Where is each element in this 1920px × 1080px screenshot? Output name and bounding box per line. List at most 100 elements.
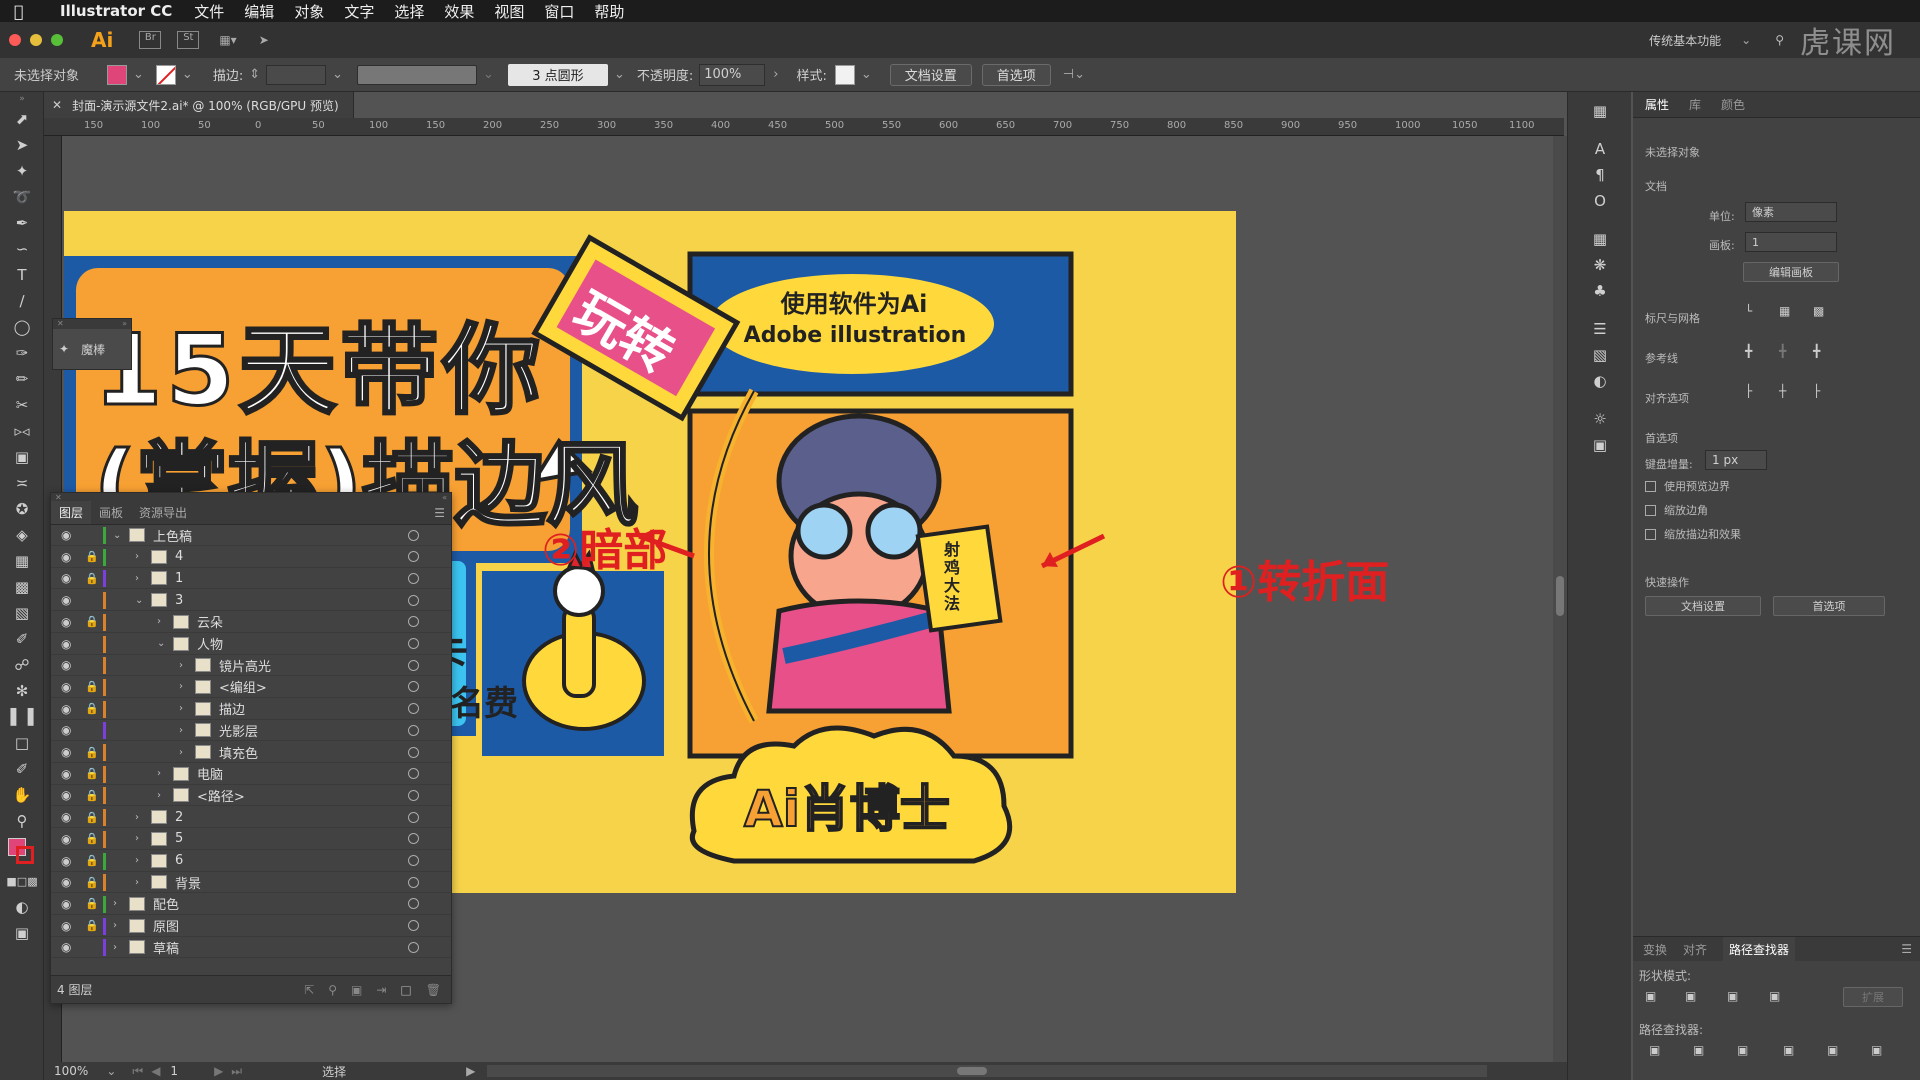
shape-builder-tool-icon[interactable]: ◈ [0, 522, 44, 548]
layer-row[interactable]: ◉ 🔒 › 1 [51, 568, 451, 590]
layer-row[interactable]: ◉ 🔒 › 5 [51, 829, 451, 850]
layer-row[interactable]: ◉ 🔒 › 填充色 [51, 742, 451, 763]
tab-properties[interactable]: 属性 [1645, 96, 1669, 113]
line-tool-icon[interactable]: ∕ [0, 288, 44, 314]
scissors-tool-icon[interactable]: ✂ [0, 392, 44, 418]
layer-row[interactable]: ◉ 🔒 › 云朵 [51, 612, 451, 633]
slice-tool-icon[interactable]: ✐ [0, 756, 44, 782]
zoom-window-button[interactable] [51, 34, 63, 46]
prev-artboard-icon[interactable]: ◀ [151, 1064, 160, 1078]
target-icon[interactable] [408, 529, 419, 541]
direct-selection-tool-icon[interactable]: ➤ [0, 132, 44, 158]
layer-row[interactable]: ◉ 🔒 › 2 [51, 807, 451, 829]
chevron-down-icon[interactable]: ⌄ [182, 67, 193, 82]
chevron-right-icon[interactable]: › [179, 681, 183, 692]
variable-width-dropdown[interactable] [357, 64, 478, 85]
layer-row[interactable]: ◉ 🔒 › <路径> [51, 785, 451, 807]
keyboard-increment-field[interactable]: 1 px [1705, 450, 1767, 470]
horizontal-scrollbar[interactable] [487, 1065, 1488, 1077]
lock-icon[interactable]: 🔒 [85, 746, 99, 759]
collapse-icon[interactable]: « [442, 493, 447, 503]
lock-guides-icon[interactable]: ╋ [1779, 344, 1786, 358]
artboard-dropdown[interactable]: 1 [1745, 232, 1837, 252]
tab-pathfinder[interactable]: 路径查找器 [1723, 936, 1796, 962]
zoom-tool-icon[interactable]: ⚲ [0, 808, 44, 834]
gradient-panel-icon[interactable]: ▧ [1568, 342, 1632, 368]
chevron-right-icon[interactable]: › [773, 67, 778, 82]
vertical-scrollbar[interactable] [1553, 136, 1567, 1070]
unite-icon[interactable]: ▣ [1645, 989, 1656, 1003]
target-icon[interactable] [408, 920, 419, 932]
layer-row[interactable]: ◉ 🔒 › <编组> [51, 677, 451, 698]
chevron-right-icon[interactable]: › [179, 725, 183, 736]
menu-view[interactable]: 视图 [494, 1, 524, 22]
tab-transform[interactable]: 变换 [1643, 941, 1667, 958]
pen-tool-icon[interactable]: ✒ [0, 210, 44, 236]
menu-object[interactable]: 对象 [294, 1, 324, 22]
hand-tool-icon[interactable]: ✋ [0, 782, 44, 808]
draw-mode-icon[interactable]: ◐ [0, 894, 44, 920]
align-right-icon[interactable]: ├ [1813, 384, 1820, 398]
target-icon[interactable] [408, 876, 419, 888]
fill-stroke-icon[interactable] [0, 834, 44, 868]
warp-tool-icon[interactable]: ≍ [0, 470, 44, 496]
layer-row[interactable]: ◉ ⌄ 上色稿 [51, 525, 451, 546]
target-icon[interactable] [408, 703, 419, 715]
layer-row[interactable]: ◉ 🔒 › 描边 [51, 699, 451, 720]
menu-effect[interactable]: 效果 [444, 1, 474, 22]
new-layer-icon[interactable]: □ [400, 983, 411, 997]
eye-icon[interactable]: ◉ [61, 528, 71, 542]
eye-icon[interactable]: ◉ [61, 680, 71, 694]
target-icon[interactable] [408, 659, 419, 671]
grid-icon[interactable]: ▦ [1779, 304, 1790, 318]
magic-wand-icon[interactable]: ✦ [59, 342, 69, 356]
chevron-down-icon[interactable]: ⌄ [483, 67, 494, 82]
minimize-window-button[interactable] [30, 34, 42, 46]
make-clipping-mask-icon[interactable]: ▣ [351, 983, 362, 997]
trim-icon[interactable]: ▣ [1693, 1043, 1704, 1057]
crop-icon[interactable]: ▣ [1783, 1043, 1794, 1057]
layer-row[interactable]: ◉ ⌄ 人物 [51, 634, 451, 655]
transparency-grid-icon[interactable]: ▩ [1813, 304, 1824, 318]
graphic-styles-panel-icon[interactable]: ▣ [1568, 432, 1632, 458]
chevron-down-icon[interactable]: ⌄ [133, 67, 144, 82]
export-icon[interactable]: ⇱ [304, 983, 314, 997]
merge-icon[interactable]: ▣ [1737, 1043, 1748, 1057]
menu-window[interactable]: 窗口 [544, 1, 574, 22]
tab-color[interactable]: 颜色 [1721, 96, 1745, 113]
properties-panel-icon[interactable]: ▦ [1568, 98, 1632, 124]
brushes-panel-icon[interactable]: ❋ [1568, 252, 1632, 278]
stock-icon[interactable]: St [177, 31, 200, 49]
graph-tool-icon[interactable]: ▌▐ [0, 704, 44, 730]
arrange-documents-icon[interactable]: ▦▾ [219, 33, 236, 47]
stroke-panel-icon[interactable]: ☰ [1568, 316, 1632, 342]
artboard-number[interactable]: 1 [170, 1064, 178, 1078]
collapse-icon[interactable]: » [122, 319, 127, 329]
artboard-tool-icon[interactable]: □ [0, 730, 44, 756]
tab-libraries[interactable]: 库 [1689, 96, 1701, 113]
scale-tool-icon[interactable]: ▣ [0, 444, 44, 470]
paragraph-panel-icon[interactable]: ¶ [1568, 162, 1632, 188]
delete-layer-icon[interactable]: 🗑 [426, 983, 441, 997]
lock-icon[interactable]: 🔒 [85, 919, 99, 932]
gpu-performance-icon[interactable]: ➤ [259, 33, 269, 47]
scale-corners-checkbox[interactable]: 缩放边角 [1645, 502, 1708, 518]
zoom-level[interactable]: 100% [54, 1064, 88, 1078]
intersect-icon[interactable]: ▣ [1727, 989, 1738, 1003]
lock-icon[interactable]: 🔒 [85, 854, 99, 867]
eye-icon[interactable]: ◉ [61, 571, 71, 585]
perspective-grid-tool-icon[interactable]: ▦ [0, 548, 44, 574]
eye-icon[interactable]: ◉ [61, 593, 71, 607]
ruler-icon[interactable]: └ [1745, 304, 1752, 318]
layer-row[interactable]: ◉ 🔒 › 4 [51, 547, 451, 568]
menu-select[interactable]: 选择 [394, 1, 424, 22]
smart-guides-icon[interactable]: ╋ [1813, 344, 1820, 358]
target-icon[interactable] [408, 551, 419, 563]
menu-help[interactable]: 帮助 [594, 1, 624, 22]
preferences-button[interactable]: 首选项 [981, 63, 1051, 86]
app-name-menu[interactable]: Illustrator CC [60, 2, 172, 20]
outline-icon[interactable]: ▣ [1827, 1043, 1838, 1057]
symbol-sprayer-tool-icon[interactable]: ✻ [0, 678, 44, 704]
document-tab[interactable]: ✕ 封面-演示源文件2.ai* @ 100% (RGB/GPU 预览) [44, 92, 354, 118]
appearance-panel-icon[interactable]: ☼ [1568, 406, 1632, 432]
